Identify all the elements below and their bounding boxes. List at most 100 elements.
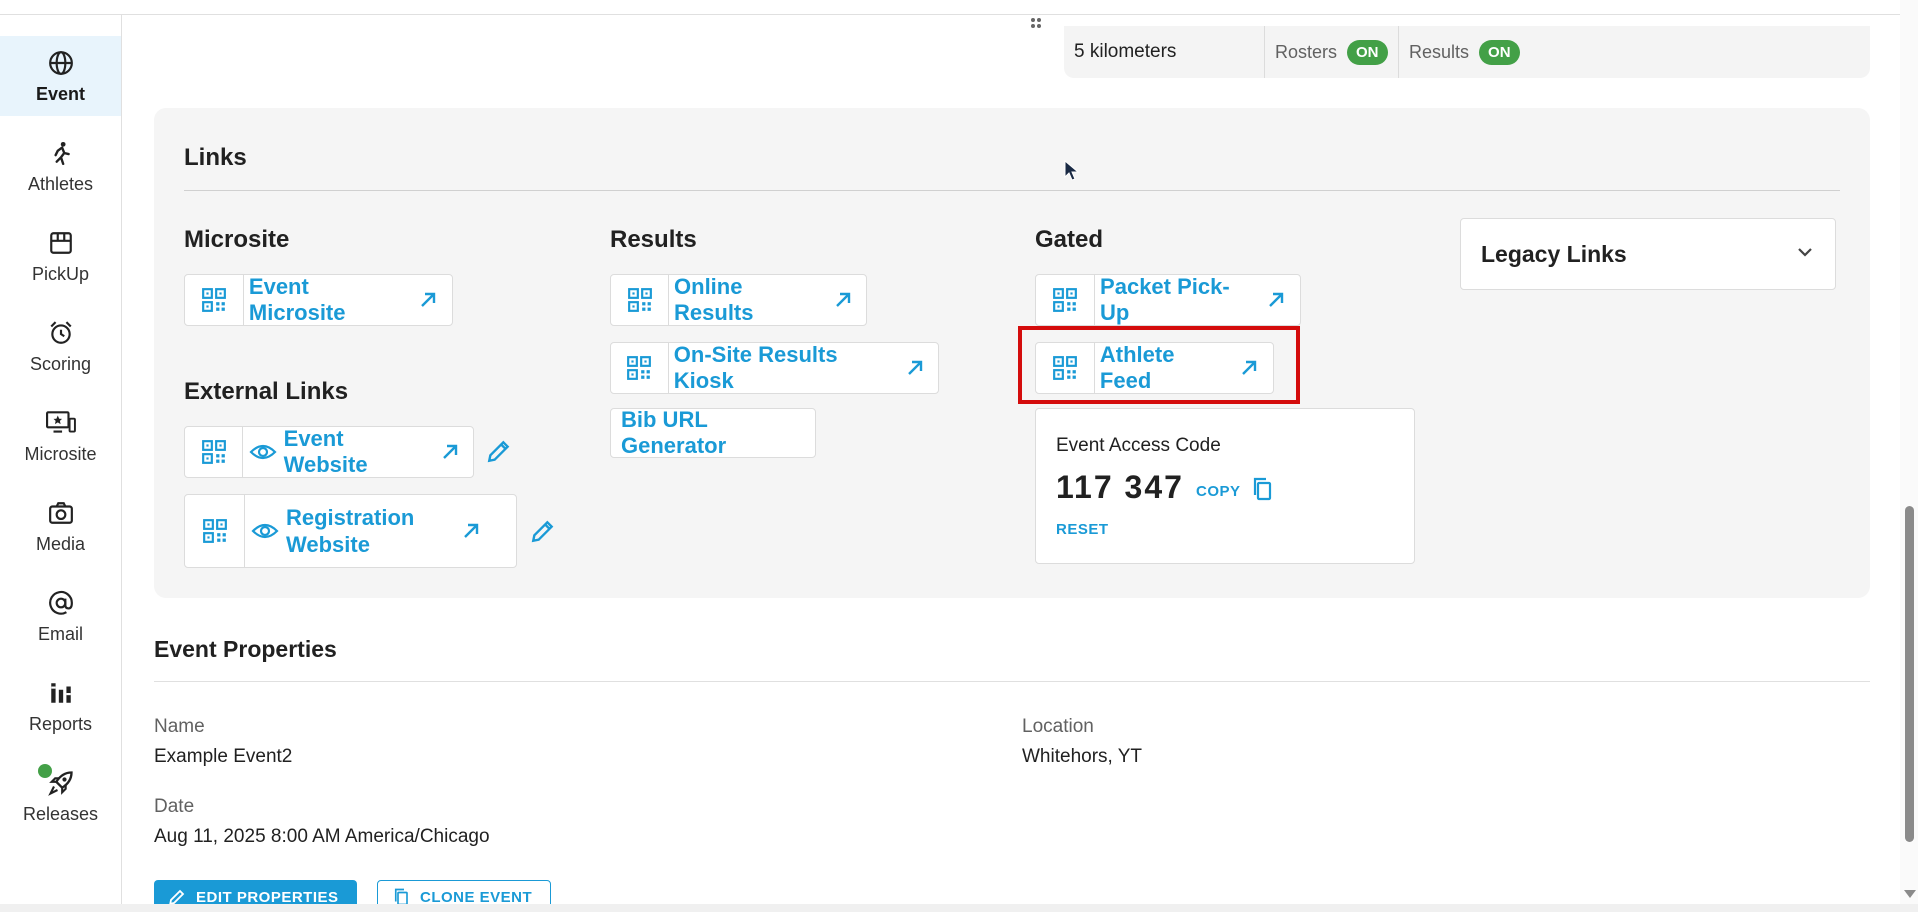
qr-code-icon[interactable] (185, 427, 244, 477)
open-external-icon (831, 287, 856, 313)
sidebar-item-label: Media (35, 533, 86, 554)
route-row: 5 kilometers Rosters ON Results ON (1064, 26, 1870, 78)
copy-label: COPY (1196, 482, 1241, 500)
sidebar-item-label: Microsite (24, 443, 97, 464)
rosters-label: Rosters (1275, 41, 1338, 62)
legacy-links-title: Legacy Links (1481, 240, 1627, 267)
visibility-eye-icon[interactable] (251, 518, 281, 544)
vertical-scrollbar-thumb[interactable] (1905, 506, 1914, 842)
camera-icon (46, 498, 76, 528)
edit-properties-label: EDIT PROPERTIES (196, 888, 339, 906)
reset-code-button[interactable]: RESET (1056, 521, 1109, 538)
bar-chart-icon (46, 678, 76, 708)
location-label: Location (1022, 716, 1094, 737)
results-status-badge[interactable]: ON (1479, 39, 1520, 65)
microsite-heading: Microsite (184, 226, 290, 253)
sidebar-item-media[interactable]: Media (0, 486, 121, 566)
qr-code-icon[interactable] (611, 275, 670, 325)
external-links-heading: External Links (184, 378, 349, 405)
highlight-box (1018, 326, 1300, 404)
link-label: On-Site Results Kiosk (673, 342, 838, 393)
date-label: Date (154, 796, 195, 817)
sidebar-item-athletes[interactable]: Athletes (0, 126, 121, 206)
name-value: Example Event2 (154, 746, 293, 767)
packet-pickup-link[interactable]: Packet Pick-Up (1035, 274, 1301, 326)
app-frame: Event Athletes PickUp Scoring Microsite (0, 0, 1918, 912)
links-divider (184, 190, 1840, 191)
sidebar-item-label: Scoring (29, 353, 92, 374)
sidebar-item-microsite[interactable]: Microsite (0, 396, 121, 476)
monitor-star-icon (45, 408, 76, 438)
location-value: Whitehors, YT (1022, 746, 1143, 767)
sidebar: Event Athletes PickUp Scoring Microsite (0, 15, 122, 905)
registration-website-link[interactable]: Registration Website (184, 494, 517, 568)
event-access-code-card: Event Access Code 117 347 COPY RESET (1035, 408, 1415, 564)
event-website-link[interactable]: Event Website (184, 426, 474, 478)
rosters-cell: Rosters ON (1265, 26, 1399, 78)
link-label: Bib URL Generator (621, 407, 727, 458)
open-external-icon (903, 355, 928, 381)
edit-registration-website-pencil-icon[interactable] (530, 518, 556, 544)
qr-code-icon[interactable] (611, 343, 669, 393)
results-heading: Results (610, 226, 697, 253)
qr-code-icon[interactable] (185, 495, 245, 567)
route-distance: 5 kilometers (1064, 26, 1265, 78)
alarm-clock-icon (46, 318, 76, 348)
link-label: Online Results (674, 274, 754, 325)
sidebar-item-label: Event (35, 83, 86, 104)
visibility-eye-icon[interactable] (249, 439, 278, 465)
qr-code-icon[interactable] (1036, 275, 1096, 325)
sidebar-item-label: Releases (22, 803, 99, 824)
globe-icon (46, 48, 76, 78)
access-code-label: Event Access Code (1056, 435, 1221, 456)
bib-url-generator-button[interactable]: Bib URL Generator (610, 407, 816, 458)
edit-event-website-pencil-icon[interactable] (486, 438, 512, 464)
online-results-link[interactable]: Online Results (610, 274, 867, 326)
chevron-down-icon (1795, 245, 1815, 264)
open-external-icon (459, 518, 485, 544)
scroll-down-arrow-icon[interactable] (1904, 890, 1916, 898)
open-external-icon (416, 287, 442, 313)
link-label: Registration Website (286, 505, 415, 557)
sidebar-item-pickup[interactable]: PickUp (0, 216, 121, 296)
drag-handle-icon[interactable] (1028, 16, 1044, 34)
sidebar-item-email[interactable]: Email (0, 576, 121, 656)
links-title: Links (184, 144, 247, 171)
event-properties-divider (154, 681, 1870, 682)
date-value: Aug 11, 2025 8:00 AM America/Chicago (154, 826, 490, 847)
name-label: Name (154, 716, 205, 737)
copy-icon (1251, 477, 1273, 505)
runner-icon (46, 138, 76, 168)
open-external-icon (438, 439, 463, 465)
storefront-icon (46, 228, 76, 258)
sidebar-item-label: PickUp (31, 263, 89, 284)
open-external-icon (1264, 287, 1290, 313)
sidebar-item-event[interactable]: Event (0, 36, 121, 116)
clone-event-label: CLONE EVENT (420, 888, 533, 906)
sidebar-item-reports[interactable]: Reports (0, 666, 121, 746)
sidebar-item-label: Athletes (27, 173, 94, 194)
link-label: Packet Pick-Up (1100, 274, 1230, 325)
mouse-cursor-icon (1064, 159, 1080, 182)
link-label: Event Website (283, 426, 368, 477)
access-code-value: 117 347 (1056, 469, 1184, 505)
gated-heading: Gated (1035, 226, 1104, 253)
legacy-links-accordion[interactable]: Legacy Links (1460, 218, 1836, 290)
new-release-badge (38, 764, 52, 778)
sidebar-item-label: Email (37, 623, 83, 644)
sidebar-item-releases[interactable]: Releases (0, 756, 121, 836)
qr-code-icon[interactable] (185, 275, 244, 325)
results-label: Results (1409, 41, 1470, 62)
rosters-status-badge[interactable]: ON (1347, 39, 1388, 65)
event-microsite-link[interactable]: Event Microsite (184, 274, 453, 326)
link-label: Event Microsite (248, 274, 346, 325)
copy-code-button[interactable]: COPY (1196, 477, 1273, 505)
on-site-results-kiosk-link[interactable]: On-Site Results Kiosk (610, 342, 939, 394)
at-sign-icon (46, 588, 76, 618)
horizontal-scrollbar[interactable] (0, 904, 1918, 912)
top-divider (0, 14, 1900, 15)
event-properties-title: Event Properties (154, 636, 337, 662)
sidebar-item-scoring[interactable]: Scoring (0, 306, 121, 386)
results-cell: Results ON (1399, 26, 1520, 78)
sidebar-item-label: Reports (28, 713, 93, 734)
